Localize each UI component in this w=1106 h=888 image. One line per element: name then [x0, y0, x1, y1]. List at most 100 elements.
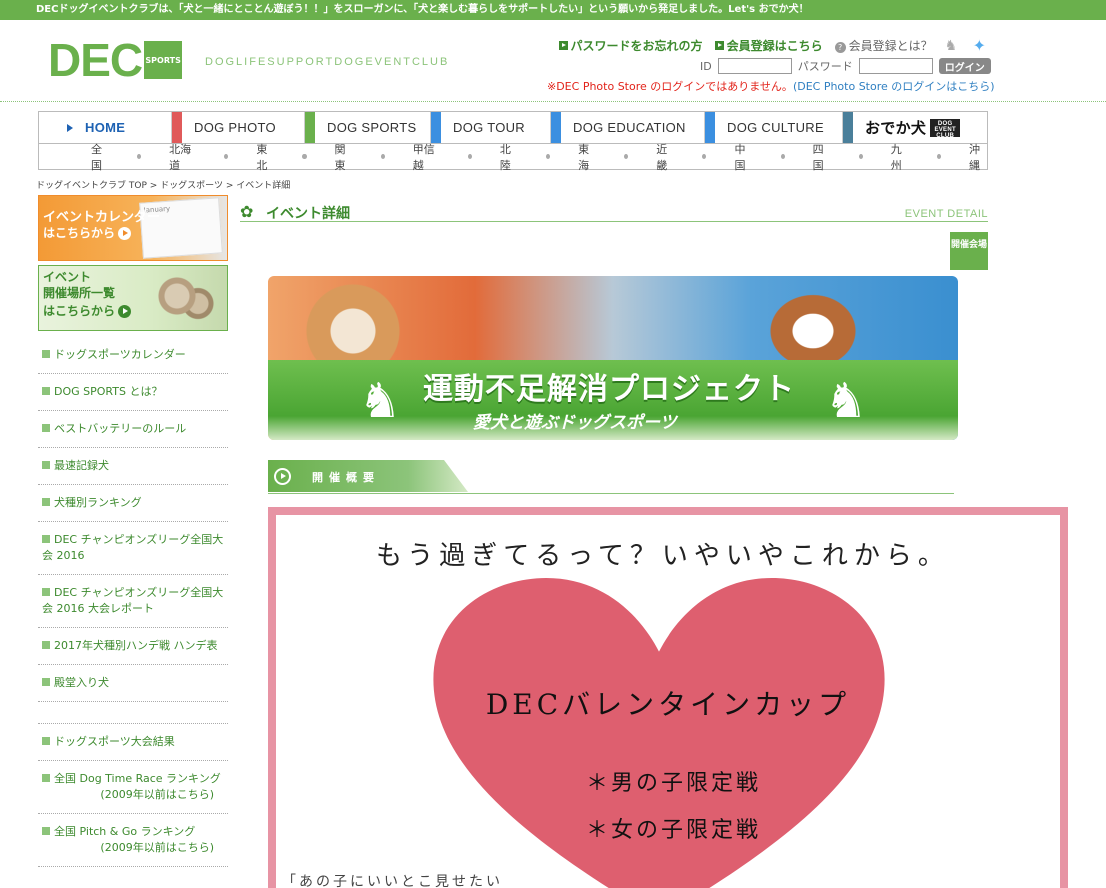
- top-slogan-banner: DECドッグイベントクラブは、「犬と一緒にとことん遊ぼう！！」をスローガンに、「…: [0, 0, 1106, 20]
- region-item[interactable]: 東海: [578, 141, 596, 173]
- section-title-jp: イベント詳細: [266, 206, 350, 222]
- nav-color-bar: [551, 112, 561, 143]
- nav-dog-sports[interactable]: DOG SPORTS: [305, 112, 431, 143]
- header-links: パスワードをお忘れの方 会員登録はこちら ? 会員登録とは？ ♞ ✦: [558, 36, 986, 55]
- question-icon: ?: [834, 42, 846, 53]
- region-item[interactable]: 北陸: [500, 141, 518, 173]
- side-menu-item[interactable]: 全国 Pitch & Go ランキング (2009年以前はこちら): [38, 814, 228, 867]
- calendar-banner-cta: はこちらから: [43, 226, 116, 240]
- poster-cup-title: DECバレンタインカップ: [485, 688, 851, 721]
- nav-home-label: HOME: [85, 120, 126, 135]
- nav-dog-education[interactable]: DOG EDUCATION: [551, 112, 705, 143]
- side-menu-item[interactable]: 2017年犬種別ハンデ戦 ハンデ表: [38, 628, 228, 665]
- nav-dog-photo[interactable]: DOG PHOTO: [172, 112, 305, 143]
- region-item[interactable]: 甲信越: [413, 141, 440, 173]
- arrow-icon: [714, 41, 724, 50]
- nav-dog-photo-label: DOG PHOTO: [194, 120, 276, 135]
- dot-separator: [137, 154, 142, 159]
- login-form: ID パスワード ログイン: [700, 58, 991, 74]
- hero-banner: ♞ ♞ 運動不足解消プロジェクト 愛犬と遊ぶドッグスポーツ: [268, 276, 958, 440]
- nav-color-bar: [843, 112, 853, 143]
- side-menu-label: 全国 Dog Time Race ランキング: [54, 772, 221, 785]
- venue-button[interactable]: 開催会場: [950, 232, 988, 270]
- venues-banner-line3: はこちらから: [43, 302, 132, 319]
- region-item[interactable]: 近畿: [656, 141, 674, 173]
- region-item[interactable]: 四国: [813, 141, 831, 173]
- region-item[interactable]: 九州: [891, 141, 909, 173]
- side-menu-item[interactable]: ベストバッテリーのルール: [38, 411, 228, 448]
- nav-dog-culture-label: DOG CULTURE: [727, 120, 824, 135]
- region-item[interactable]: 北海道: [169, 141, 196, 173]
- region-item[interactable]: 全国: [91, 141, 109, 173]
- id-label: ID: [700, 59, 712, 73]
- region-item[interactable]: 沖縄: [969, 141, 987, 173]
- register-label: 会員登録はこちら: [726, 39, 823, 53]
- side-menu-label: DEC チャンピオンズリーグ全国大会 2016: [42, 533, 224, 562]
- twitter-icon[interactable]: ✦: [973, 36, 986, 55]
- side-menu-label: 2017年犬種別ハンデ戦 ハンデ表: [54, 639, 218, 652]
- nav-dog-culture[interactable]: DOG CULTURE: [705, 112, 843, 143]
- side-menu-item[interactable]: DOG SPORTS とは？: [38, 374, 228, 411]
- region-item[interactable]: 中国: [734, 141, 752, 173]
- nav-dog-tour[interactable]: DOG TOUR: [431, 112, 551, 143]
- forgot-password-link[interactable]: パスワードをお忘れの方: [558, 37, 703, 54]
- password-input[interactable]: [858, 58, 933, 74]
- region-nav: 全国 北海道 東北 関東 甲信越 北陸 東海 近畿 中国 四国 九州 沖縄: [38, 141, 988, 173]
- login-note: ※DEC Photo Store のログインではありません。(DEC Photo…: [547, 78, 995, 94]
- venues-banner-line1: イベント: [43, 270, 92, 284]
- photo-store-login-link[interactable]: (DEC Photo Store のログインはこちら): [793, 80, 995, 93]
- poster-line-boys: ＊男の子限定戦: [586, 771, 762, 796]
- bullet-icon: [42, 774, 50, 782]
- side-menu-sublabel[interactable]: (2009年以前はこちら): [42, 787, 224, 803]
- password-label: パスワード: [797, 60, 853, 73]
- side-menu-item[interactable]: 最速記録犬: [38, 448, 228, 485]
- event-calendar-banner[interactable]: January イベントカレンダー はこちらから: [38, 195, 228, 261]
- register-link[interactable]: 会員登録はこちら: [714, 37, 823, 54]
- id-input[interactable]: [717, 58, 792, 74]
- logo-badge: SPORTS: [144, 41, 183, 79]
- dog-icon[interactable]: ♞: [945, 38, 961, 54]
- side-menu-label: 最速記録犬: [54, 459, 109, 472]
- arrow-circle-icon: [274, 468, 291, 485]
- dot-separator: [224, 154, 229, 159]
- site-logo[interactable]: DEC SPORTS: [48, 34, 183, 86]
- side-menu-label: DEC チャンピオンズリーグ全国大会 2016 大会レポート: [42, 586, 224, 615]
- side-menu-label: 犬種別ランキング: [54, 496, 142, 509]
- poster-bottom-text: 「あの子にいいとこ見せたい: [282, 874, 503, 888]
- logo-text: DEC: [48, 34, 143, 86]
- dot-separator: [380, 154, 385, 159]
- nav-odekaken[interactable]: おでか犬 DOG EVENT CLUB: [843, 112, 987, 143]
- event-poster: もう過ぎてるって？いやいやこれから。 DECバレンタインカップ ＊男の子限定戦 …: [268, 507, 1068, 888]
- side-menu-item[interactable]: ドッグスポーツカレンダー: [38, 337, 228, 374]
- about-membership-link[interactable]: ? 会員登録とは？: [834, 37, 933, 54]
- poster-headline: もう過ぎてるって？いやいやこれから。: [376, 541, 950, 571]
- calendar-banner-title: イベントカレンダー: [43, 210, 161, 225]
- paw-icon: ✿: [240, 202, 254, 221]
- nav-home[interactable]: HOME: [39, 112, 172, 143]
- arrow-circle-icon: [118, 227, 132, 240]
- nav-color-bar: [431, 112, 441, 143]
- region-item[interactable]: 東北: [256, 141, 274, 173]
- side-menu-item[interactable]: DEC チャンピオンズリーグ全国大会 2016: [38, 522, 228, 575]
- side-menu-item[interactable]: 犬種別ランキング: [38, 485, 228, 522]
- nav-color-bar: [705, 112, 715, 143]
- nav-color-bar: [172, 112, 182, 143]
- event-venues-banner[interactable]: イベント 開催場所一覧 はこちらから: [38, 265, 228, 331]
- side-menu: ドッグスポーツカレンダー DOG SPORTS とは？ ベストバッテリーのルール…: [38, 337, 228, 867]
- login-button[interactable]: ログイン: [938, 58, 991, 74]
- nav-dog-education-label: DOG EDUCATION: [573, 120, 686, 135]
- hero-subtitle: 愛犬と遊ぶドッグスポーツ: [473, 413, 677, 433]
- side-menu-label: ドッグスポーツカレンダー: [54, 348, 186, 361]
- side-menu-sublabel[interactable]: (2009年以前はこちら): [42, 840, 224, 856]
- overview-header: 開催概要: [268, 460, 954, 494]
- dot-separator: [936, 154, 941, 159]
- side-menu-item[interactable]: DEC チャンピオンズリーグ全国大会 2016 大会レポート: [38, 575, 228, 628]
- side-menu-item[interactable]: 全国 Dog Time Race ランキング (2009年以前はこちら): [38, 761, 228, 814]
- dot-separator: [624, 154, 629, 159]
- side-menu-item[interactable]: ドッグスポーツ大会結果: [38, 724, 228, 761]
- nav-dog-tour-label: DOG TOUR: [453, 120, 525, 135]
- arrow-icon: [558, 41, 568, 50]
- side-menu-item[interactable]: 殿堂入り犬: [38, 665, 228, 702]
- region-item[interactable]: 関東: [335, 141, 353, 173]
- dog-silhouette-icon: ♞: [358, 373, 402, 429]
